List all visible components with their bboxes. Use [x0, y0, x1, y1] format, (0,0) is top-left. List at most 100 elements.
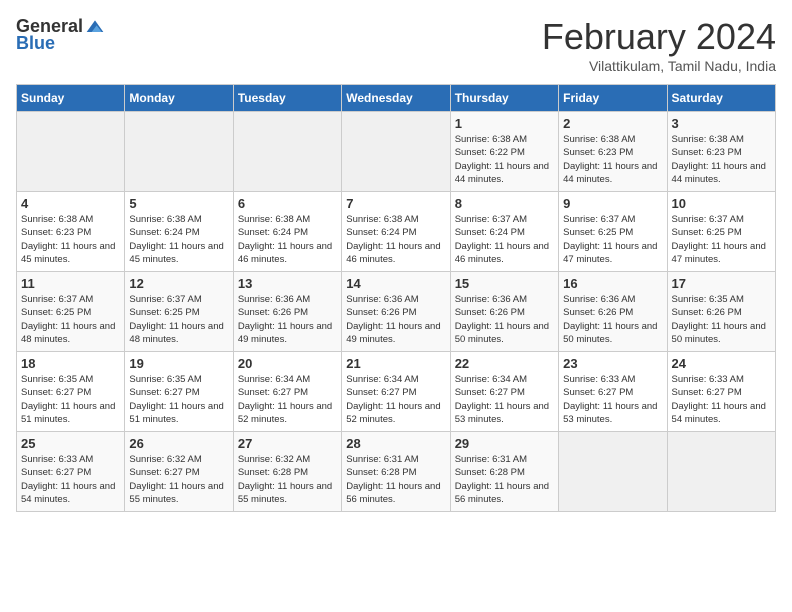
day-number: 16 [563, 276, 662, 291]
day-info: Sunrise: 6:38 AM Sunset: 6:23 PM Dayligh… [21, 213, 120, 266]
day-number: 17 [672, 276, 771, 291]
logo: General Blue [16, 16, 105, 54]
day-info: Sunrise: 6:38 AM Sunset: 6:24 PM Dayligh… [346, 213, 445, 266]
location-subtitle: Vilattikulam, Tamil Nadu, India [542, 58, 776, 74]
day-number: 23 [563, 356, 662, 371]
day-info: Sunrise: 6:37 AM Sunset: 6:25 PM Dayligh… [672, 213, 771, 266]
day-cell: 26 Sunrise: 6:32 AM Sunset: 6:27 PM Dayli… [125, 432, 233, 512]
day-cell: 6Sunrise: 6:38 AM Sunset: 6:24 PM Daylig… [233, 192, 341, 272]
day-info: Sunrise: 6:32 AM Sunset: 6:27 PM Dayligh… [129, 453, 228, 506]
day-header-monday: Monday [125, 85, 233, 112]
day-number: 14 [346, 276, 445, 291]
day-cell: 23 Sunrise: 6:33 AM Sunset: 6:27 PM Dayli… [559, 352, 667, 432]
day-info: Sunrise: 6:37 AM Sunset: 6:25 PM Dayligh… [129, 293, 228, 346]
day-number: 1 [455, 116, 554, 131]
calendar-table: SundayMondayTuesdayWednesdayThursdayFrid… [16, 84, 776, 512]
day-number: 5 [129, 196, 228, 211]
day-info: Sunrise: 6:34 AM Sunset: 6:27 PM Dayligh… [238, 373, 337, 426]
day-info: Sunrise: 6:36 AM Sunset: 6:26 PM Dayligh… [455, 293, 554, 346]
day-cell [559, 432, 667, 512]
header: General Blue February 2024 Vilattikulam,… [16, 16, 776, 74]
day-cell [233, 112, 341, 192]
day-header-row: SundayMondayTuesdayWednesdayThursdayFrid… [17, 85, 776, 112]
day-cell: 8 Sunrise: 6:37 AM Sunset: 6:24 PM Daylig… [450, 192, 558, 272]
day-info: Sunrise: 6:31 AM Sunset: 6:28 PM Dayligh… [346, 453, 445, 506]
day-header-friday: Friday [559, 85, 667, 112]
day-cell: 28 Sunrise: 6:31 AM Sunset: 6:28 PM Dayli… [342, 432, 450, 512]
day-info: Sunrise: 6:36 AM Sunset: 6:26 PM Dayligh… [346, 293, 445, 346]
day-info: Sunrise: 6:38 AM Sunset: 6:24 PM Dayligh… [129, 213, 228, 266]
day-cell: 15 Sunrise: 6:36 AM Sunset: 6:26 PM Dayli… [450, 272, 558, 352]
day-number: 24 [672, 356, 771, 371]
logo-icon [85, 17, 105, 37]
day-number: 2 [563, 116, 662, 131]
day-cell: 10 Sunrise: 6:37 AM Sunset: 6:25 PM Dayli… [667, 192, 775, 272]
day-info: Sunrise: 6:33 AM Sunset: 6:27 PM Dayligh… [672, 373, 771, 426]
day-number: 15 [455, 276, 554, 291]
day-header-thursday: Thursday [450, 85, 558, 112]
day-cell: 3 Sunrise: 6:38 AM Sunset: 6:23 PM Daylig… [667, 112, 775, 192]
day-number: 28 [346, 436, 445, 451]
day-cell: 5 Sunrise: 6:38 AM Sunset: 6:24 PM Daylig… [125, 192, 233, 272]
month-title: February 2024 [542, 16, 776, 58]
day-info: Sunrise: 6:38 AM Sunset: 6:23 PM Dayligh… [563, 133, 662, 186]
day-header-sunday: Sunday [17, 85, 125, 112]
day-cell: 11 Sunrise: 6:37 AM Sunset: 6:25 PM Dayli… [17, 272, 125, 352]
day-cell: 9 Sunrise: 6:37 AM Sunset: 6:25 PM Daylig… [559, 192, 667, 272]
title-area: February 2024 Vilattikulam, Tamil Nadu, … [542, 16, 776, 74]
day-info: Sunrise: 6:38 AM Sunset: 6:22 PM Dayligh… [455, 133, 554, 186]
day-number: 20 [238, 356, 337, 371]
day-cell: 16Sunrise: 6:36 AM Sunset: 6:26 PM Dayli… [559, 272, 667, 352]
day-cell: 14 Sunrise: 6:36 AM Sunset: 6:26 PM Dayli… [342, 272, 450, 352]
day-cell: 21Sunrise: 6:34 AM Sunset: 6:27 PM Dayli… [342, 352, 450, 432]
day-cell: 13 Sunrise: 6:36 AM Sunset: 6:26 PM Dayli… [233, 272, 341, 352]
week-row-2: 4 Sunrise: 6:38 AM Sunset: 6:23 PM Daylig… [17, 192, 776, 272]
day-number: 10 [672, 196, 771, 211]
day-info: Sunrise: 6:34 AM Sunset: 6:27 PM Dayligh… [455, 373, 554, 426]
day-info: Sunrise: 6:32 AM Sunset: 6:28 PM Dayligh… [238, 453, 337, 506]
day-number: 25 [21, 436, 120, 451]
day-number: 9 [563, 196, 662, 211]
day-number: 22 [455, 356, 554, 371]
day-cell [342, 112, 450, 192]
week-row-5: 25 Sunrise: 6:33 AM Sunset: 6:27 PM Dayli… [17, 432, 776, 512]
day-cell: 22 Sunrise: 6:34 AM Sunset: 6:27 PM Dayli… [450, 352, 558, 432]
day-info: Sunrise: 6:38 AM Sunset: 6:23 PM Dayligh… [672, 133, 771, 186]
day-info: Sunrise: 6:35 AM Sunset: 6:26 PM Dayligh… [672, 293, 771, 346]
day-cell [17, 112, 125, 192]
day-cell: 19Sunrise: 6:35 AM Sunset: 6:27 PM Dayli… [125, 352, 233, 432]
day-number: 18 [21, 356, 120, 371]
day-info: Sunrise: 6:31 AM Sunset: 6:28 PM Dayligh… [455, 453, 554, 506]
day-cell: 25 Sunrise: 6:33 AM Sunset: 6:27 PM Dayli… [17, 432, 125, 512]
day-number: 26 [129, 436, 228, 451]
day-cell: 29Sunrise: 6:31 AM Sunset: 6:28 PM Dayli… [450, 432, 558, 512]
day-number: 21 [346, 356, 445, 371]
day-info: Sunrise: 6:37 AM Sunset: 6:25 PM Dayligh… [563, 213, 662, 266]
week-row-4: 18Sunrise: 6:35 AM Sunset: 6:27 PM Dayli… [17, 352, 776, 432]
day-number: 13 [238, 276, 337, 291]
day-header-tuesday: Tuesday [233, 85, 341, 112]
day-number: 11 [21, 276, 120, 291]
day-number: 19 [129, 356, 228, 371]
logo-blue: Blue [16, 33, 55, 54]
day-cell: 20 Sunrise: 6:34 AM Sunset: 6:27 PM Dayli… [233, 352, 341, 432]
day-number: 3 [672, 116, 771, 131]
day-info: Sunrise: 6:38 AM Sunset: 6:24 PM Dayligh… [238, 213, 337, 266]
day-info: Sunrise: 6:36 AM Sunset: 6:26 PM Dayligh… [238, 293, 337, 346]
day-number: 7 [346, 196, 445, 211]
day-cell: 17 Sunrise: 6:35 AM Sunset: 6:26 PM Dayli… [667, 272, 775, 352]
day-cell: 7 Sunrise: 6:38 AM Sunset: 6:24 PM Daylig… [342, 192, 450, 272]
day-info: Sunrise: 6:37 AM Sunset: 6:24 PM Dayligh… [455, 213, 554, 266]
day-info: Sunrise: 6:33 AM Sunset: 6:27 PM Dayligh… [21, 453, 120, 506]
day-cell: 24 Sunrise: 6:33 AM Sunset: 6:27 PM Dayli… [667, 352, 775, 432]
week-row-1: 1 Sunrise: 6:38 AM Sunset: 6:22 PM Daylig… [17, 112, 776, 192]
day-number: 8 [455, 196, 554, 211]
day-cell: 2 Sunrise: 6:38 AM Sunset: 6:23 PM Daylig… [559, 112, 667, 192]
day-cell [667, 432, 775, 512]
day-number: 4 [21, 196, 120, 211]
day-cell: 4 Sunrise: 6:38 AM Sunset: 6:23 PM Daylig… [17, 192, 125, 272]
day-info: Sunrise: 6:33 AM Sunset: 6:27 PM Dayligh… [563, 373, 662, 426]
day-info: Sunrise: 6:37 AM Sunset: 6:25 PM Dayligh… [21, 293, 120, 346]
day-header-wednesday: Wednesday [342, 85, 450, 112]
day-cell: 1 Sunrise: 6:38 AM Sunset: 6:22 PM Daylig… [450, 112, 558, 192]
